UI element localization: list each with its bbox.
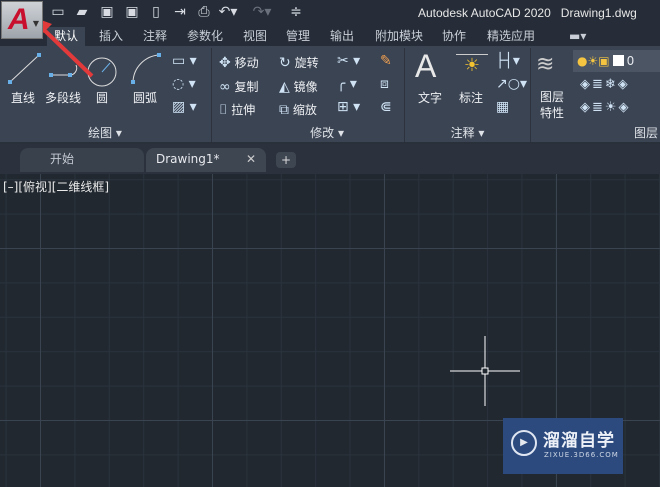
rectangle-icon[interactable]: ▭ ▾ bbox=[172, 53, 197, 69]
save-as-icon[interactable]: ▣ bbox=[122, 4, 142, 20]
share-icon[interactable]: ⇥ bbox=[170, 4, 190, 20]
layer-tools-row2[interactable]: ◈≣☀◈ bbox=[580, 100, 631, 115]
erase-icon[interactable]: ✎ bbox=[380, 53, 392, 69]
ellipse-icon[interactable]: ◌ ▾ bbox=[172, 76, 196, 92]
new-tab-button[interactable]: + bbox=[276, 152, 296, 168]
layer-tools-row1[interactable]: ◈≣❄◈ bbox=[580, 77, 630, 92]
table-icon[interactable]: ▦ bbox=[496, 99, 509, 115]
play-logo-icon: ▶ bbox=[511, 430, 537, 456]
arc-tool[interactable]: 圆弧 bbox=[133, 89, 157, 106]
offset-icon[interactable]: ⋐ bbox=[380, 99, 392, 115]
copy-tool[interactable]: ∞ 复制 bbox=[219, 78, 259, 95]
watermark-url: ZIXUE.3D66.COM bbox=[544, 451, 619, 459]
polyline-tool[interactable]: 多段线 bbox=[45, 89, 81, 106]
draw-panel-title[interactable]: 绘图 ▾ bbox=[0, 124, 210, 142]
layer-properties-icon: ≋ bbox=[536, 52, 555, 77]
linear-dimension-icon[interactable]: ├┤▾ bbox=[496, 53, 520, 69]
crosshair-cursor bbox=[450, 336, 520, 406]
move-tool[interactable]: ✥ 移动 bbox=[219, 54, 259, 71]
close-icon[interactable]: ✕ bbox=[246, 148, 256, 170]
mirror-icon: ◭ bbox=[279, 79, 290, 95]
doc-tab-drawing1[interactable]: Drawing1* ✕ bbox=[146, 148, 266, 172]
plot-icon[interactable]: ⎙ bbox=[194, 4, 214, 20]
tab-annotate[interactable]: 注释 bbox=[136, 27, 174, 46]
move-icon: ✥ bbox=[219, 55, 231, 71]
tab-view[interactable]: 视图 bbox=[236, 27, 274, 46]
annotation-panel-title[interactable]: 注释 ▾ bbox=[405, 124, 530, 142]
copy-icon: ∞ bbox=[219, 79, 231, 95]
modify-panel-title[interactable]: 修改 ▾ bbox=[212, 124, 404, 142]
chevron-down-icon: ▼ bbox=[32, 19, 39, 28]
application-menu-button[interactable]: A ▼ bbox=[1, 1, 43, 39]
stretch-tool[interactable]: ⌷ 拉伸 bbox=[219, 101, 255, 118]
rotate-tool[interactable]: ↻ 旋转 bbox=[279, 54, 319, 71]
mirror-tool[interactable]: ◭ 镜像 bbox=[279, 78, 318, 95]
layer-color-swatch bbox=[612, 55, 624, 66]
divider bbox=[530, 48, 531, 142]
dimension-tool[interactable]: 标注 bbox=[459, 89, 483, 106]
save-icon[interactable]: ▣ bbox=[97, 4, 117, 20]
layer-on-icon: ●☀▣ bbox=[577, 54, 610, 68]
hatch-icon[interactable]: ▨ ▾ bbox=[172, 99, 197, 115]
layers-panel-title[interactable]: 图层 bbox=[634, 124, 660, 142]
text-tool[interactable]: 文字 bbox=[418, 89, 442, 106]
scale-icon: ⧉ bbox=[279, 102, 289, 118]
array-icon[interactable]: ⊞ ▾ bbox=[337, 99, 360, 115]
dimension-icon: ☀ bbox=[456, 54, 488, 76]
scale-tool[interactable]: ⧉ 缩放 bbox=[279, 101, 317, 118]
tab-featured-apps[interactable]: 精选应用 bbox=[480, 27, 542, 46]
trim-icon[interactable]: ✂ ▾ bbox=[337, 53, 360, 69]
layer-dropdown[interactable]: ●☀▣ 0 bbox=[573, 50, 660, 72]
redo-icon[interactable]: ↷▾ bbox=[252, 4, 272, 20]
tab-parametric[interactable]: 参数化 bbox=[180, 27, 230, 46]
watermark: ▶ 溜溜自学 ZIXUE.3D66.COM bbox=[503, 418, 623, 474]
ribbon-toggle-button[interactable]: ▬▾ bbox=[562, 27, 593, 46]
tab-manage[interactable]: 管理 bbox=[279, 27, 317, 46]
tab-output[interactable]: 输出 bbox=[323, 27, 361, 46]
rotate-icon: ↻ bbox=[279, 55, 291, 71]
line-tool[interactable]: 直线 bbox=[11, 89, 35, 106]
fillet-icon[interactable]: ╭ ▾ bbox=[337, 76, 357, 92]
tab-addins[interactable]: 附加模块 bbox=[368, 27, 430, 46]
text-icon: A bbox=[415, 48, 437, 84]
doc-tab-start[interactable]: 开始 bbox=[20, 148, 144, 172]
window-title: Autodesk AutoCAD 2020 Drawing1.dwg bbox=[418, 6, 637, 20]
leader-icon[interactable]: ↗○▾ bbox=[496, 76, 527, 92]
open-web-icon[interactable]: ▯ bbox=[146, 4, 166, 20]
customize-icon[interactable]: ≑ bbox=[286, 4, 306, 20]
stretch-icon: ⌷ bbox=[219, 102, 228, 118]
circle-tool[interactable]: 圆 bbox=[96, 89, 108, 106]
tab-collaborate[interactable]: 协作 bbox=[435, 27, 473, 46]
viewport-controls[interactable]: [–][俯视][二维线框] bbox=[3, 178, 109, 195]
undo-icon[interactable]: ↶▾ bbox=[218, 4, 238, 20]
watermark-name: 溜溜自学 bbox=[543, 431, 615, 451]
layer-properties-tool[interactable]: 图层 特性 bbox=[540, 89, 564, 121]
explode-icon[interactable]: ⧈ bbox=[380, 76, 389, 92]
autocad-logo: A bbox=[8, 3, 30, 36]
